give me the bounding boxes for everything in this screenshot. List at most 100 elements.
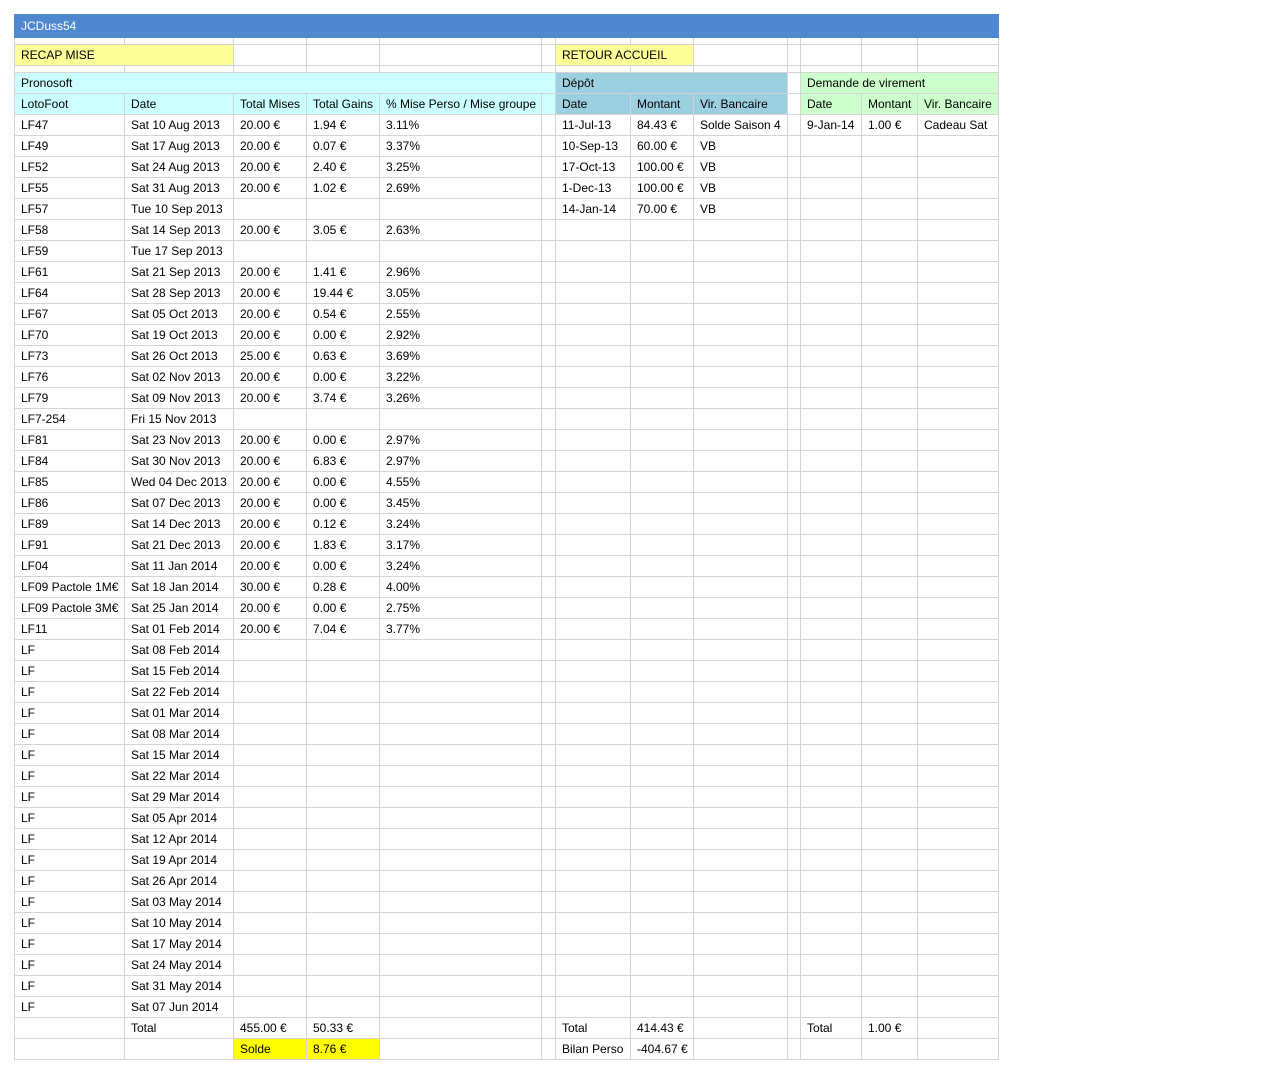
empty-cell[interactable]: [787, 723, 801, 745]
empty-cell[interactable]: [693, 723, 788, 745]
empty-cell[interactable]: [555, 912, 631, 934]
empty-cell[interactable]: [541, 345, 556, 367]
empty-cell[interactable]: [693, 618, 788, 640]
empty-cell[interactable]: [630, 534, 694, 556]
empty-cell[interactable]: [861, 891, 918, 913]
pronosoft-cell[interactable]: [306, 408, 380, 430]
empty-cell[interactable]: [630, 429, 694, 451]
pronosoft-cell[interactable]: 3.37%: [379, 135, 542, 157]
pronosoft-cell[interactable]: [233, 996, 307, 1018]
pronosoft-cell[interactable]: LF09 Pactole 3M€: [14, 597, 125, 619]
pronosoft-cell[interactable]: Sat 17 May 2014: [124, 933, 234, 955]
empty-cell[interactable]: [861, 954, 918, 976]
empty-cell[interactable]: [861, 555, 918, 577]
virement-cell[interactable]: 1.00 €: [861, 114, 918, 136]
empty-cell[interactable]: [787, 912, 801, 934]
empty-cell[interactable]: [541, 366, 556, 388]
empty-cell[interactable]: [861, 975, 918, 997]
pronosoft-cell[interactable]: 0.54 €: [306, 303, 380, 325]
empty-cell[interactable]: [787, 555, 801, 577]
pronosoft-cell[interactable]: [306, 933, 380, 955]
pronosoft-cell[interactable]: 3.22%: [379, 366, 542, 388]
empty-cell[interactable]: [693, 849, 788, 871]
pronosoft-cell[interactable]: [379, 828, 542, 850]
empty-cell[interactable]: [693, 597, 788, 619]
empty-cell[interactable]: [379, 1017, 542, 1039]
empty-cell[interactable]: [861, 450, 918, 472]
empty-cell[interactable]: [693, 744, 788, 766]
empty-cell[interactable]: [861, 65, 918, 73]
pronosoft-cell[interactable]: 0.00 €: [306, 324, 380, 346]
empty-cell[interactable]: [917, 219, 999, 241]
empty-cell[interactable]: [693, 1038, 788, 1060]
empty-cell[interactable]: [787, 282, 801, 304]
empty-cell[interactable]: [693, 975, 788, 997]
pronosoft-cell[interactable]: 20.00 €: [233, 156, 307, 178]
empty-cell[interactable]: [861, 702, 918, 724]
pronosoft-cell[interactable]: [379, 198, 542, 220]
empty-cell[interactable]: [800, 135, 862, 157]
pronosoft-cell[interactable]: 25.00 €: [233, 345, 307, 367]
empty-cell[interactable]: [233, 37, 307, 45]
empty-cell[interactable]: [555, 37, 631, 45]
empty-cell[interactable]: [787, 429, 801, 451]
empty-cell[interactable]: [541, 513, 556, 535]
empty-cell[interactable]: [861, 303, 918, 325]
empty-cell[interactable]: [917, 996, 999, 1018]
empty-cell[interactable]: [630, 345, 694, 367]
pronosoft-cell[interactable]: [379, 996, 542, 1018]
empty-cell[interactable]: [379, 44, 542, 66]
pronosoft-cell[interactable]: 0.00 €: [306, 429, 380, 451]
pronosoft-cell[interactable]: [306, 807, 380, 829]
depot-cell[interactable]: 60.00 €: [630, 135, 694, 157]
empty-cell[interactable]: [693, 366, 788, 388]
depot-cell[interactable]: 14-Jan-14: [555, 198, 631, 220]
pronosoft-cell[interactable]: LF81: [14, 429, 125, 451]
empty-cell[interactable]: [693, 702, 788, 724]
empty-cell[interactable]: [14, 1038, 125, 1060]
pronosoft-cell[interactable]: 20.00 €: [233, 429, 307, 451]
empty-cell[interactable]: [800, 681, 862, 703]
empty-cell[interactable]: [541, 261, 556, 283]
pronosoft-cell[interactable]: Sat 15 Feb 2014: [124, 660, 234, 682]
empty-cell[interactable]: [693, 765, 788, 787]
empty-cell[interactable]: [541, 114, 556, 136]
empty-cell[interactable]: [693, 303, 788, 325]
empty-cell[interactable]: [917, 723, 999, 745]
pronosoft-cell[interactable]: 0.00 €: [306, 492, 380, 514]
empty-cell[interactable]: [693, 44, 788, 66]
empty-cell[interactable]: [541, 387, 556, 409]
empty-cell[interactable]: [787, 513, 801, 535]
empty-cell[interactable]: [787, 660, 801, 682]
pronosoft-cell[interactable]: Sat 01 Feb 2014: [124, 618, 234, 640]
empty-cell[interactable]: [630, 891, 694, 913]
empty-cell[interactable]: [800, 618, 862, 640]
empty-cell[interactable]: [917, 282, 999, 304]
empty-cell[interactable]: [917, 492, 999, 514]
pronosoft-cell[interactable]: Tue 17 Sep 2013: [124, 240, 234, 262]
pronosoft-cell[interactable]: LF49: [14, 135, 125, 157]
empty-cell[interactable]: [630, 933, 694, 955]
empty-cell[interactable]: [800, 282, 862, 304]
empty-cell[interactable]: [800, 597, 862, 619]
pronosoft-cell[interactable]: Sat 31 Aug 2013: [124, 177, 234, 199]
pronosoft-cell[interactable]: Sat 22 Feb 2014: [124, 681, 234, 703]
empty-cell[interactable]: [800, 660, 862, 682]
empty-cell[interactable]: [630, 744, 694, 766]
pronosoft-cell[interactable]: 20.00 €: [233, 492, 307, 514]
empty-cell[interactable]: [541, 1038, 556, 1060]
pronosoft-cell[interactable]: [233, 891, 307, 913]
pronosoft-cell[interactable]: LF84: [14, 450, 125, 472]
empty-cell[interactable]: [541, 891, 556, 913]
pronosoft-cell[interactable]: [233, 744, 307, 766]
virement-cell[interactable]: 9-Jan-14: [800, 114, 862, 136]
pronosoft-cell[interactable]: [233, 933, 307, 955]
pronosoft-cell[interactable]: 20.00 €: [233, 303, 307, 325]
empty-cell[interactable]: [917, 702, 999, 724]
empty-cell[interactable]: [861, 513, 918, 535]
empty-cell[interactable]: [630, 870, 694, 892]
empty-cell[interactable]: [787, 744, 801, 766]
pronosoft-cell[interactable]: LF: [14, 744, 125, 766]
empty-cell[interactable]: [861, 597, 918, 619]
pronosoft-cell[interactable]: [379, 765, 542, 787]
